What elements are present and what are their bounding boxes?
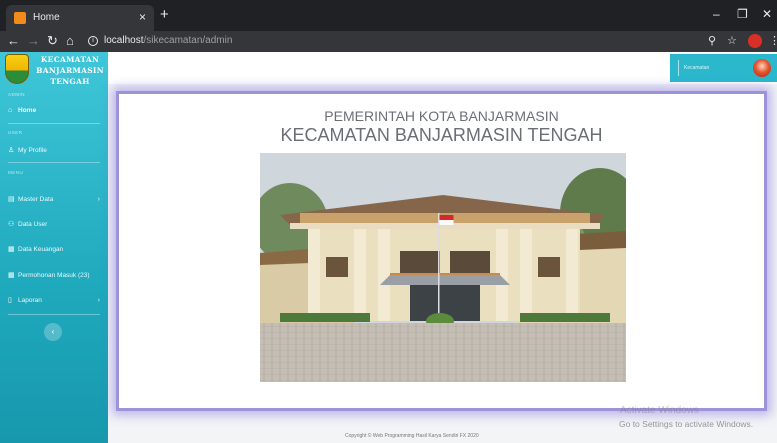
table-icon: ▦ [8,272,15,279]
reload-icon[interactable]: ↻ [47,34,58,48]
sidebar-item-home[interactable]: ⌂ Home [8,107,104,114]
sidebar-item-data-user[interactable]: ⚇ Data User [8,220,104,229]
brand-line-1: KECAMATAN [40,55,100,64]
sidebar-item-permohonan-masuk[interactable]: ▦ Permohonan Masuk (23) [8,271,104,280]
table-icon: ▦ [8,246,15,253]
users-icon: ⚇ [8,221,15,228]
back-icon[interactable]: ← [7,34,20,48]
sidebar-item-laporan[interactable]: ▯ Laporan › [8,296,104,305]
forward-icon[interactable]: → [27,34,40,48]
url-path: /sikecamatan/admin [143,35,233,46]
section-admin: ADMIN [8,92,25,97]
browser-toolbar: ← → ↻ ⌂ i localhost/sikecamatan/admin ⚲ … [0,31,777,52]
user-menu[interactable]: Kecamatan [670,54,777,82]
brand-text: KECAMATAN BANJARMASIN TENGAH [34,54,106,87]
sidebar-item-label: Permohonan Masuk (23) [18,271,90,279]
section-menu: MENU [8,170,24,175]
divider [8,123,100,124]
avatar[interactable] [753,59,771,77]
brand[interactable]: KECAMATAN BANJARMASIN TENGAH [0,52,108,94]
chevron-right-icon: › [97,195,100,203]
windows-watermark-subtitle: Go to Settings to activate Windows. [619,419,754,429]
section-user: USER [8,130,23,135]
brand-line-3: TENGAH [50,77,90,86]
sidebar-item-my-profile[interactable]: ♙ My Profile [8,146,104,155]
home-icon: ⌂ [8,107,13,114]
main-card: PEMERINTAH KOTA BANJARMASIN KECAMATAN BA… [116,91,767,411]
divider [678,60,679,76]
favicon-icon [14,12,26,24]
user-icon: ♙ [8,147,15,154]
maximize-button[interactable]: ❐ [737,8,748,20]
address-bar[interactable]: localhost/sikecamatan/admin [104,35,232,46]
profile-avatar-icon[interactable] [748,34,762,48]
topbar: Kecamatan [108,52,777,84]
close-window-button[interactable]: ✕ [762,8,772,20]
sidebar-item-label: Master Data [18,195,54,203]
sidebar-item-label: Data User [18,220,48,228]
sidebar-item-data-keuangan[interactable]: ▦ Data Keuangan [8,245,104,254]
government-title: PEMERINTAH KOTA BANJARMASIN [324,108,559,124]
sidebar-item-label: Laporan [18,296,42,304]
office-building-photo [260,153,626,382]
emblem-logo [5,54,29,84]
sidebar-item-label: My Profile [18,146,47,154]
sidebar-collapse-button[interactable]: ‹ [44,323,62,341]
sidebar-item-label: Data Keuangan [18,245,64,253]
zoom-icon[interactable]: ⚲ [708,35,716,47]
kecamatan-title: KECAMATAN BANJARMASIN TENGAH [280,125,603,145]
star-icon[interactable]: ☆ [727,35,737,47]
divider [8,162,100,163]
browser-tab[interactable]: Home × [6,5,154,31]
sidebar-item-master-data[interactable]: ▤ Master Data › [8,195,104,204]
browser-tab-bar: Home × + – ❐ ✕ [0,0,777,31]
footer-copyright: Copyright © Web Programming Hasil Karya … [345,433,479,439]
chevron-right-icon: › [97,296,100,304]
windows-watermark-title: Activate Windows [620,405,699,416]
url-host: localhost [104,35,144,46]
sidebar-item-label: Home [18,107,37,114]
tab-title: Home [33,12,60,23]
menu-kebab-icon[interactable]: ⋮ [769,35,777,47]
divider [8,314,100,315]
file-icon: ▯ [8,297,12,304]
folder-icon: ▤ [8,196,15,203]
home-nav-icon[interactable]: ⌂ [66,34,74,48]
brand-line-2: BANJARMASIN [36,66,104,75]
new-tab-button[interactable]: + [160,7,169,22]
building-illustration [260,153,626,382]
close-tab-icon[interactable]: × [139,10,146,24]
site-info-icon[interactable]: i [88,36,98,46]
chevron-left-icon: ‹ [51,327,55,336]
sidebar: KECAMATAN BANJARMASIN TENGAH ADMIN ⌂ Hom… [0,52,108,443]
user-name: Kecamatan [684,65,710,71]
minimize-button[interactable]: – [713,8,720,20]
